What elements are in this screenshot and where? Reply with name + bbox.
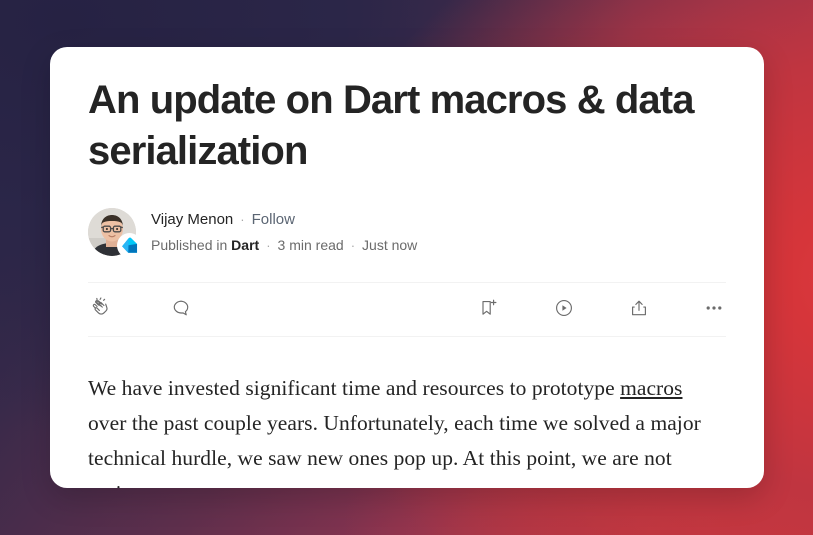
byline-meta-row: Published in Dart · 3 min read · Just no… xyxy=(151,235,417,257)
byline: Vijay Menon · Follow Published in Dart ·… xyxy=(88,208,726,259)
toolbar-left-group xyxy=(88,296,193,323)
byline-separator-1: · xyxy=(240,212,245,228)
ellipsis-icon xyxy=(702,296,726,323)
article-card: An update on Dart macros & data serializ… xyxy=(50,47,764,488)
page-title: An update on Dart macros & data serializ… xyxy=(88,78,694,174)
card-content: An update on Dart macros & data serializ… xyxy=(50,47,764,259)
clap-icon xyxy=(88,296,112,323)
share-upload-icon xyxy=(627,296,651,323)
body-text-part-1: We have invested significant time and re… xyxy=(88,376,621,401)
byline-separator-2: · xyxy=(266,237,271,253)
body-text-part-2: over the past couple years. Unfortunatel… xyxy=(88,411,701,488)
article-body-paragraph: We have invested significant time and re… xyxy=(50,337,764,488)
dart-logo-badge xyxy=(117,233,142,259)
publication-link[interactable]: Dart xyxy=(231,235,259,257)
byline-author-row: Vijay Menon · Follow xyxy=(151,208,417,231)
published-in-label: Published in xyxy=(151,236,228,253)
play-circle-icon xyxy=(552,296,576,323)
publish-timestamp: Just now xyxy=(362,236,418,253)
more-options-button[interactable] xyxy=(702,296,726,323)
bookmark-add-icon xyxy=(477,296,501,323)
listen-button[interactable] xyxy=(552,296,576,323)
follow-link[interactable]: Follow xyxy=(252,208,295,231)
byline-separator-3: · xyxy=(350,237,356,253)
comment-icon xyxy=(169,296,193,323)
byline-text: Vijay Menon · Follow Published in Dart ·… xyxy=(151,208,417,256)
clap-button[interactable] xyxy=(88,296,112,323)
article-action-toolbar xyxy=(88,283,726,336)
read-time: 3 min read xyxy=(277,236,344,253)
comment-button[interactable] xyxy=(169,296,193,323)
macros-link[interactable]: macros xyxy=(620,376,682,400)
author-name[interactable]: Vijay Menon xyxy=(151,208,233,231)
share-button[interactable] xyxy=(627,296,651,323)
avatar[interactable] xyxy=(88,208,142,259)
page-background: An update on Dart macros & data serializ… xyxy=(0,0,813,535)
bookmark-button[interactable] xyxy=(477,296,501,323)
toolbar-right-group xyxy=(477,296,726,323)
